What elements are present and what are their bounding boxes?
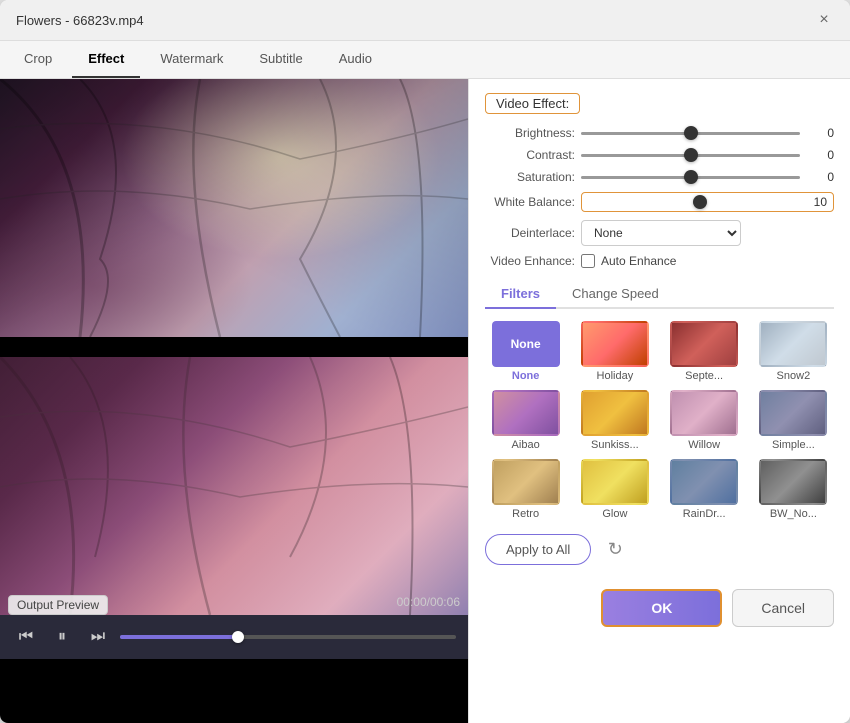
saturation-row: Saturation: 0 [485,170,834,184]
filter-snow2-label: Snow2 [777,370,811,382]
filter-none-thumb: None [492,321,560,367]
white-balance-slider[interactable] [588,201,793,204]
filter-bwno-label: BW_No... [770,508,817,520]
filter-aibao-label: Aibao [512,439,540,451]
prev-button[interactable]: ⏮ [12,623,40,651]
filter-septe-thumb [670,321,738,367]
brightness-slider[interactable] [581,132,800,135]
white-balance-label: White Balance: [485,195,575,209]
refresh-button[interactable]: ↻ [601,536,629,564]
tab-filters[interactable]: Filters [485,280,556,309]
action-row: OK Cancel [485,581,834,635]
brightness-row: Brightness: 0 [485,126,834,140]
filter-bwno[interactable]: BW_No... [753,459,834,520]
play-pause-button[interactable]: ⏸ [48,623,76,651]
deinterlace-label: Deinterlace: [485,226,575,240]
ok-button[interactable]: OK [601,589,722,627]
progress-fill [120,635,238,639]
close-button[interactable]: × [814,10,834,30]
auto-enhance-checkbox[interactable] [581,254,595,268]
brightness-value: 0 [806,126,834,140]
filter-raindr-thumb [670,459,738,505]
deinterlace-row: Deinterlace: None Top Field First Bottom… [485,220,834,246]
tab-crop[interactable]: Crop [8,41,68,78]
filter-aibao[interactable]: Aibao [485,390,566,451]
filter-retro-thumb [492,459,560,505]
tab-effect[interactable]: Effect [72,41,140,78]
filter-holiday[interactable]: Holiday [574,321,655,382]
filter-holiday-thumb [581,321,649,367]
white-balance-box: 10 [581,192,834,212]
filter-none-label: None [512,370,540,382]
next-button[interactable]: ⏭ [84,623,112,651]
filter-retro-label: Retro [512,508,539,520]
filter-holiday-label: Holiday [597,370,634,382]
tab-bar: Crop Effect Watermark Subtitle Audio [0,41,850,79]
filter-sunkiss-thumb [581,390,649,436]
right-panel: Video Effect: Brightness: 0 Contrast: 0 … [468,79,850,723]
filter-glow-thumb [581,459,649,505]
auto-enhance-text: Auto Enhance [601,254,676,268]
filter-septe[interactable]: Septe... [664,321,745,382]
contrast-slider[interactable] [581,154,800,157]
filter-bwno-thumb [759,459,827,505]
filter-snow2[interactable]: Snow2 [753,321,834,382]
main-content: Output Preview 00:00/00:06 ⏮ [0,79,850,723]
apply-to-all-button[interactable]: Apply to All [485,534,591,565]
controls-bar: ⏮ ⏸ ⏭ [0,615,468,659]
contrast-label: Contrast: [485,148,575,162]
filter-aibao-thumb [492,390,560,436]
contrast-value: 0 [806,148,834,162]
filter-willow-label: Willow [688,439,720,451]
title-bar: Flowers - 66823v.mp4 × [0,0,850,41]
tab-subtitle[interactable]: Subtitle [243,41,318,78]
deinterlace-select[interactable]: None Top Field First Bottom Field First [581,220,741,246]
filters-tabs: Filters Change Speed [485,280,834,309]
filter-simple-thumb [759,390,827,436]
window-title: Flowers - 66823v.mp4 [16,13,144,28]
filter-glow-label: Glow [602,508,627,520]
saturation-value: 0 [806,170,834,184]
filter-retro[interactable]: Retro [485,459,566,520]
video-effect-label: Video Effect: [485,93,580,114]
video-preview-bottom [0,357,468,615]
progress-bar[interactable] [120,635,456,639]
white-balance-row: White Balance: 10 [485,192,834,212]
filter-willow[interactable]: Willow [664,390,745,451]
filter-simple-label: Simple... [772,439,815,451]
contrast-row: Contrast: 0 [485,148,834,162]
app-window: Flowers - 66823v.mp4 × Crop Effect Water… [0,0,850,723]
white-balance-value: 10 [799,195,827,209]
filter-raindr[interactable]: RainDr... [664,459,745,520]
filter-glow[interactable]: Glow [574,459,655,520]
brightness-label: Brightness: [485,126,575,140]
enhance-label: Video Enhance: [485,254,575,268]
filter-simple[interactable]: Simple... [753,390,834,451]
tab-change-speed[interactable]: Change Speed [556,280,675,309]
cancel-button[interactable]: Cancel [732,589,834,627]
filter-septe-label: Septe... [685,370,723,382]
apply-row: Apply to All ↻ [485,534,834,565]
filter-none[interactable]: None None [485,321,566,382]
progress-thumb[interactable] [232,631,244,643]
saturation-slider[interactable] [581,176,800,179]
video-effect-section: Video Effect: Brightness: 0 Contrast: 0 … [485,93,834,268]
filter-raindr-label: RainDr... [683,508,726,520]
tree-svg-top [0,79,468,337]
pink-overlay [0,357,468,615]
filter-sunkiss-label: Sunkiss... [591,439,639,451]
filter-snow2-thumb [759,321,827,367]
enhance-row: Video Enhance: Auto Enhance [485,254,834,268]
video-preview-top [0,79,468,337]
tab-watermark[interactable]: Watermark [144,41,239,78]
output-preview-label: Output Preview [8,595,108,615]
filter-grid: None None Holiday Septe... Snow2 [485,321,834,520]
tab-audio[interactable]: Audio [323,41,388,78]
filter-sunkiss[interactable]: Sunkiss... [574,390,655,451]
saturation-label: Saturation: [485,170,575,184]
left-panel: Output Preview 00:00/00:06 ⏮ [0,79,468,723]
filter-willow-thumb [670,390,738,436]
